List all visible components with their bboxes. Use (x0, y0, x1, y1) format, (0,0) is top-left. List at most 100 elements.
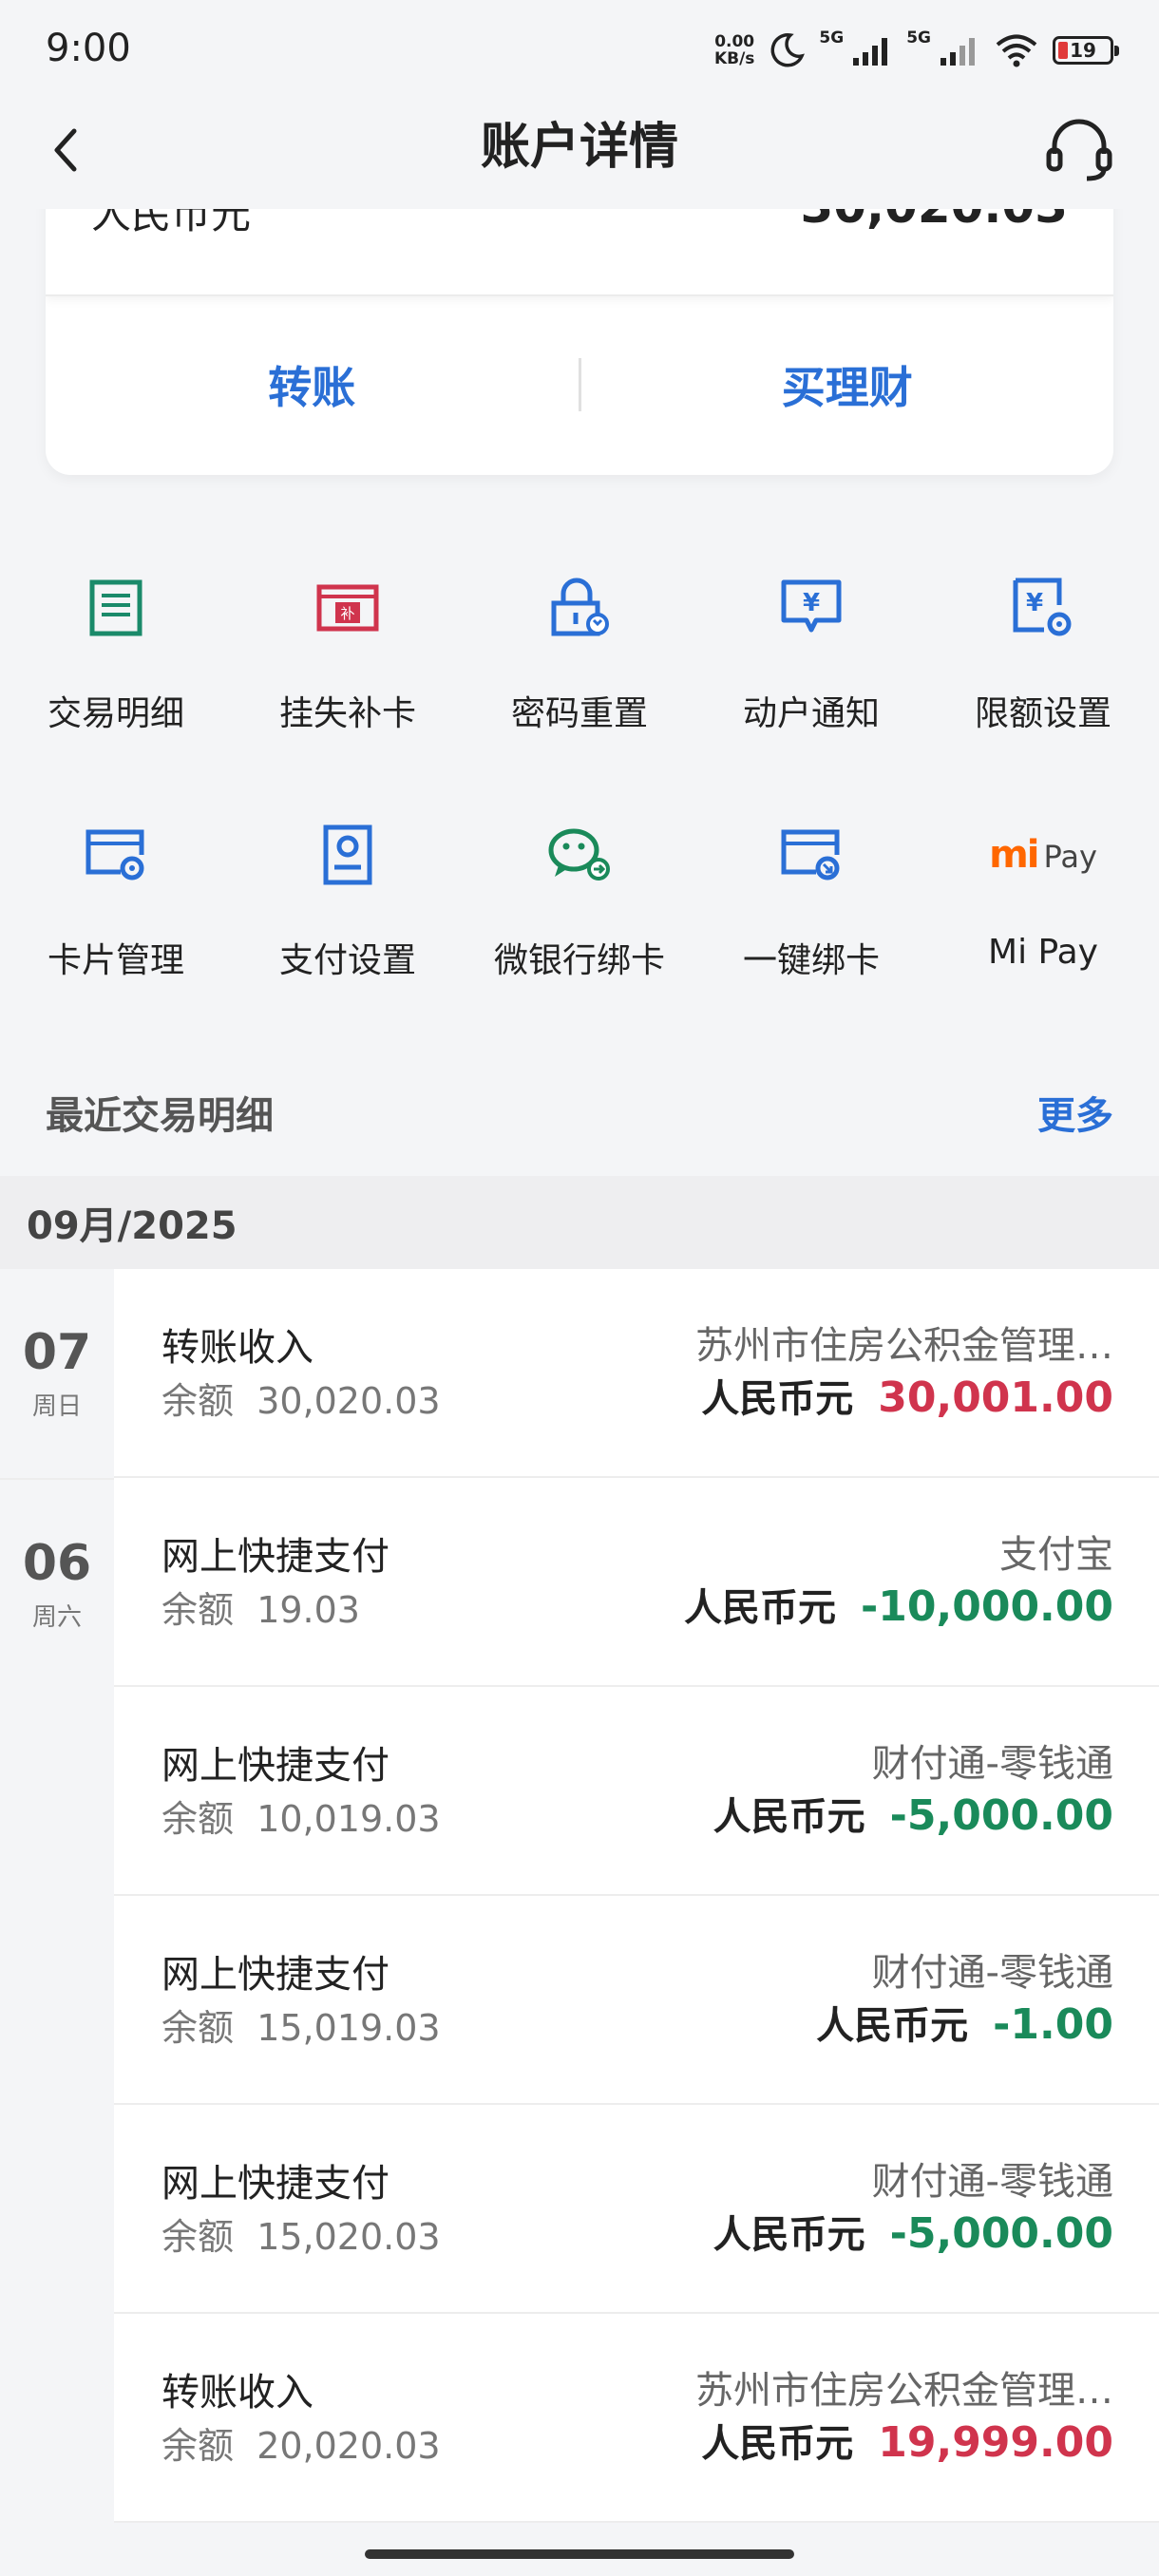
grid-item-one-click-bind[interactable]: 一键绑卡 (695, 798, 927, 1045)
signal-5g-label-2: 5G (906, 28, 931, 47)
yuan-gear-icon: ¥ (1003, 568, 1083, 648)
net-speed: 0.00 KB/s (714, 33, 754, 67)
pay-settings-icon (308, 815, 388, 895)
grid-item-account-notice[interactable]: ¥ 动户通知 (695, 551, 927, 798)
grid-label: 微银行绑卡 (493, 941, 665, 980)
balance-value: 20,020.03 (256, 2425, 441, 2467)
transaction-counterparty: 财付通-零钱通 (871, 1742, 1113, 1786)
transaction-counterparty: 支付宝 (999, 1533, 1113, 1577)
balance-label: 余额 (162, 1380, 235, 1422)
transfer-button[interactable]: 转账 (46, 353, 579, 416)
transaction-row[interactable]: 网上快捷支付 余额 19.03 支付宝 人民币元 -10,000.00 (114, 1478, 1159, 1687)
transaction-amount-row: 人民币元 19,999.00 (701, 2413, 1113, 2468)
grid-label: 一键绑卡 (742, 941, 880, 980)
grid-item-payment-settings[interactable]: 支付设置 (232, 798, 464, 1045)
balance-value: 15,019.03 (256, 2007, 441, 2049)
transaction-row[interactable]: 转账收入 余额 20,020.03 苏州市住房公积金管理… 人民币元 19,99… (114, 2314, 1159, 2523)
function-grid-row: 交易明细 补 挂失补卡 密码重置 ¥ 动户通知 ¥ 限额设置 (0, 551, 1159, 798)
transaction-type: 转账收入 (162, 1326, 314, 1370)
card-replace-icon: 补 (308, 568, 388, 648)
transaction-balance: 余额 15,020.03 (162, 2207, 441, 2260)
day-column: 07 周日 (0, 1269, 114, 1478)
svg-text:补: 补 (340, 605, 354, 622)
transaction-type: 网上快捷支付 (162, 2162, 390, 2206)
customer-service-icon[interactable] (1041, 112, 1117, 188)
mipay-logo-mi: mi (989, 833, 1039, 877)
grid-item-transaction-details[interactable]: 交易明细 (0, 551, 232, 798)
grid-item-card-management[interactable]: 卡片管理 (0, 798, 232, 1045)
day-column: 06 周六 (0, 1478, 114, 2525)
transaction-balance: 余额 15,019.03 (162, 1998, 441, 2051)
transaction-amount: 30,001.00 (878, 1373, 1113, 1422)
balance-value: 10,019.03 (256, 1798, 441, 1840)
function-grid-row: 卡片管理 支付设置 微银行绑卡 一键绑卡 mi Pay Mi Pay (0, 798, 1159, 1045)
mipay-logo-mark: mi Pay (989, 833, 1097, 877)
svg-text:¥: ¥ (1026, 589, 1043, 617)
buy-wealth-button[interactable]: 买理财 (581, 353, 1114, 416)
wifi-icon (996, 34, 1037, 67)
month-label: 09月/2025 (27, 1204, 238, 1248)
page-title: 账户详情 (480, 119, 678, 176)
transaction-type: 网上快捷支付 (162, 1953, 390, 1997)
transaction-balance: 余额 10,019.03 (162, 1790, 441, 1842)
grid-label: Mi Pay (988, 933, 1098, 972)
transaction-type: 网上快捷支付 (162, 1535, 390, 1579)
balance-label: 余额 (162, 2216, 235, 2258)
lock-reset-icon (540, 568, 619, 648)
grid-label: 限额设置 (974, 694, 1112, 733)
card-actions: 转账 买理财 (46, 294, 1113, 475)
signal-5g-label-1: 5G (819, 28, 845, 47)
list-icon (76, 568, 156, 648)
grid-item-report-loss[interactable]: 补 挂失补卡 (232, 551, 464, 798)
balance-value: 15,020.03 (256, 2216, 441, 2258)
transaction-balance: 余额 19.03 (162, 1581, 360, 1633)
grid-item-password-reset[interactable]: 密码重置 (464, 551, 695, 798)
message-yuan-icon: ¥ (771, 568, 851, 648)
battery-level: 19 (1070, 39, 1096, 62)
transaction-amount: -10,000.00 (861, 1582, 1113, 1631)
transaction-row[interactable]: 网上快捷支付 余额 15,020.03 财付通-零钱通 人民币元 -5,000.… (114, 2105, 1159, 2314)
transaction-currency: 人民币元 (701, 1377, 854, 1421)
grid-label: 挂失补卡 (278, 694, 416, 733)
day-weekday: 周日 (31, 1392, 82, 1421)
home-indicator[interactable] (365, 2549, 794, 2559)
balance-label: 余额 (162, 2425, 235, 2467)
signal-icon (853, 38, 888, 66)
transaction-row[interactable]: 网上快捷支付 余额 15,019.03 财付通-零钱通 人民币元 -1.00 (114, 1896, 1159, 2105)
grid-item-wechat-bind[interactable]: 微银行绑卡 (464, 798, 695, 1045)
transaction-amount-row: 人民币元 -5,000.00 (713, 2204, 1113, 2259)
balance-label: 余额 (162, 2007, 235, 2049)
recent-transactions-title: 最近交易明细 (46, 1094, 274, 1138)
transaction-currency: 人民币元 (816, 2004, 969, 2048)
balance-label: 余额 (162, 1798, 235, 1840)
transaction-balance: 余额 30,020.03 (162, 1372, 441, 1424)
balance-value: 30,020.03 (256, 1380, 441, 1422)
grid-label: 动户通知 (742, 694, 880, 733)
transaction-type: 网上快捷支付 (162, 1744, 390, 1788)
transaction-type: 转账收入 (162, 2371, 314, 2415)
transaction-list: 07 周日 06 周六 转账收入 余额 30,020.03 苏州市住房公积金管理… (0, 1269, 1159, 2532)
card-gear-icon (76, 815, 156, 895)
transaction-amount-row: 人民币元 -10,000.00 (684, 1577, 1113, 1632)
transaction-amount-row: 人民币元 -1.00 (816, 1995, 1113, 2050)
transaction-amount-row: 人民币元 -5,000.00 (713, 1786, 1113, 1841)
card-link-icon (771, 815, 851, 895)
transaction-balance: 余额 20,020.03 (162, 2416, 441, 2469)
grid-item-limit-settings[interactable]: ¥ 限额设置 (927, 551, 1159, 798)
transaction-counterparty: 苏州市住房公积金管理… (695, 2369, 1113, 2413)
battery-icon: 19 (1053, 36, 1119, 65)
grid-label: 密码重置 (510, 694, 648, 733)
moon-icon (770, 33, 806, 67)
transaction-amount: -1.00 (993, 2000, 1113, 2049)
transaction-amount: 19,999.00 (878, 2418, 1113, 2467)
more-link[interactable]: 更多 (1037, 1085, 1113, 1140)
transaction-currency: 人民币元 (712, 2213, 865, 2257)
transaction-row[interactable]: 网上快捷支付 余额 10,019.03 财付通-零钱通 人民币元 -5,000.… (114, 1687, 1159, 1896)
day-number: 06 (22, 1535, 92, 1592)
transaction-row[interactable]: 转账收入 余额 30,020.03 苏州市住房公积金管理… 人民币元 30,00… (114, 1269, 1159, 1478)
transaction-currency: 人民币元 (712, 1795, 865, 1839)
transaction-currency: 人民币元 (684, 1586, 836, 1630)
grid-item-mi-pay[interactable]: mi Pay Mi Pay (927, 798, 1159, 1045)
status-icons: 0.00 KB/s 5G 5G 19 (714, 27, 1119, 74)
transaction-amount: -5,000.00 (889, 2209, 1113, 2258)
